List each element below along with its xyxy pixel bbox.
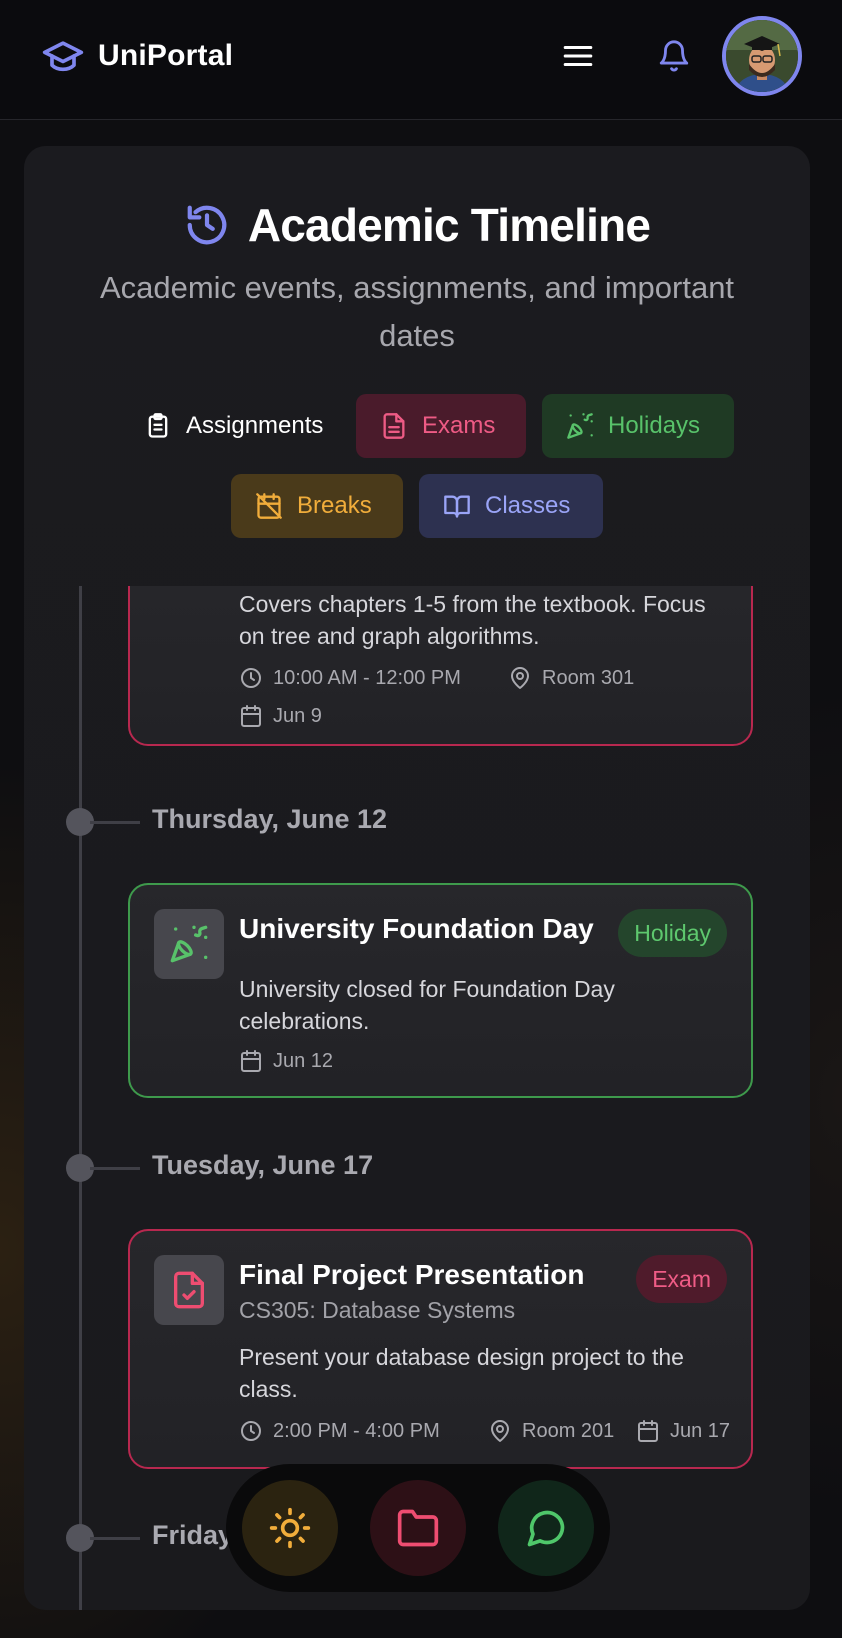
- event-type-icon: [154, 909, 224, 979]
- book-open-icon: [444, 495, 470, 518]
- event-date: Jun 17: [636, 1419, 730, 1443]
- date-label: Tuesday, June 17: [152, 1150, 374, 1180]
- event-location-text: Room 301: [542, 666, 635, 689]
- avatar-portrait: [726, 20, 798, 92]
- event-date-text: Jun 12: [273, 1049, 334, 1072]
- filter-holidays[interactable]: Holidays: [542, 394, 734, 458]
- event-location-text: Room 201: [522, 1419, 615, 1442]
- timeline-line: [79, 586, 82, 1610]
- timeline-connector: [90, 1167, 140, 1170]
- app-header: UniPortal: [0, 0, 842, 120]
- bottom-nav: [226, 1464, 610, 1592]
- event-time: 10:00 AM - 12:00 PM: [239, 666, 461, 690]
- event-location: Room 201: [488, 1419, 614, 1443]
- filter-label: Classes: [485, 492, 571, 519]
- timeline-connector: [90, 821, 140, 824]
- event-date: Jun 12: [239, 1049, 333, 1073]
- calendar-icon: [241, 1050, 261, 1072]
- map-pin-icon: [511, 667, 529, 689]
- files-button[interactable]: [370, 1480, 466, 1576]
- sun-icon: [269, 1507, 311, 1549]
- event-description: University closed for Foundation Day cel…: [239, 976, 615, 1034]
- notifications-button[interactable]: [656, 38, 692, 74]
- event-course: CS305: Database Systems: [239, 1297, 516, 1323]
- event-type-badge: Holiday: [618, 909, 727, 957]
- chat-button[interactable]: [498, 1480, 594, 1576]
- event-description: Covers chapters 1-5 from the textbook. F…: [239, 591, 706, 649]
- page-heading: Academic Timeline: [24, 198, 810, 252]
- calendar-icon: [241, 705, 261, 727]
- event-time: 2:00 PM - 4:00 PM: [239, 1419, 440, 1443]
- event-card-holiday[interactable]: University Foundation Day Holiday Univer…: [128, 883, 753, 1098]
- menu-icon: [563, 45, 593, 67]
- filter-label: Breaks: [297, 492, 372, 519]
- event-title: University Foundation Day: [239, 913, 594, 944]
- clipboard-icon: [148, 413, 168, 438]
- party-popper-icon: [170, 925, 208, 963]
- timeline-connector: [90, 1537, 140, 1540]
- menu-button[interactable]: [560, 38, 596, 74]
- filter-breaks[interactable]: Breaks: [231, 474, 403, 538]
- theme-toggle-button[interactable]: [242, 1480, 338, 1576]
- bell-icon: [659, 40, 689, 72]
- calendar-icon: [638, 1420, 658, 1442]
- event-time-text: 10:00 AM - 12:00 PM: [273, 666, 461, 689]
- event-location: Room 301: [508, 666, 634, 690]
- folder-icon: [397, 1509, 439, 1547]
- graduation-cap-icon: [42, 41, 84, 72]
- calendar-off-icon: [256, 493, 282, 519]
- event-title: Final Project Presentation: [239, 1259, 585, 1290]
- event-type-icon: [154, 1255, 224, 1325]
- filter-assignments[interactable]: Assignments: [120, 394, 348, 458]
- avatar[interactable]: [722, 16, 802, 96]
- event-date-text: Jun 17: [670, 1419, 731, 1442]
- date-label: Friday: [152, 1520, 234, 1550]
- chat-icon: [527, 1510, 565, 1547]
- clock-icon: [241, 668, 261, 688]
- page-subtitle: Academic events, assignments, and import…: [99, 270, 735, 353]
- date-label: Thursday, June 12: [152, 804, 388, 834]
- timeline-card: Academic Timeline Academic events, assig…: [24, 146, 810, 1610]
- event-date: Jun 9: [239, 704, 322, 728]
- brand-logo[interactable]: UniPortal: [40, 34, 233, 78]
- filter-classes[interactable]: Classes: [419, 474, 603, 538]
- party-popper-icon: [567, 413, 593, 439]
- page-title: Academic Timeline: [247, 199, 651, 251]
- event-card-partial[interactable]: Covers chapters 1-5 from the textbook. F…: [128, 586, 753, 746]
- event-card-exam[interactable]: Final Project Presentation CS305: Databa…: [128, 1229, 753, 1469]
- history-icon: [187, 205, 227, 245]
- filter-label: Exams: [422, 412, 496, 439]
- map-pin-icon: [491, 1420, 509, 1442]
- timeline[interactable]: Covers chapters 1-5 from the textbook. F…: [24, 586, 810, 1610]
- filter-label: Holidays: [608, 412, 701, 439]
- filter-exams[interactable]: Exams: [356, 394, 526, 458]
- document-icon: [383, 413, 405, 439]
- event-time-text: 2:00 PM - 4:00 PM: [273, 1419, 440, 1442]
- brand-name: UniPortal: [98, 39, 234, 72]
- event-description: Present your database design project to …: [239, 1344, 684, 1402]
- event-date-text: Jun 9: [273, 704, 322, 727]
- filter-label: Assignments: [186, 412, 324, 439]
- document-check-icon: [174, 1271, 204, 1309]
- event-type-badge: Exam: [636, 1255, 727, 1303]
- clock-icon: [241, 1421, 261, 1441]
